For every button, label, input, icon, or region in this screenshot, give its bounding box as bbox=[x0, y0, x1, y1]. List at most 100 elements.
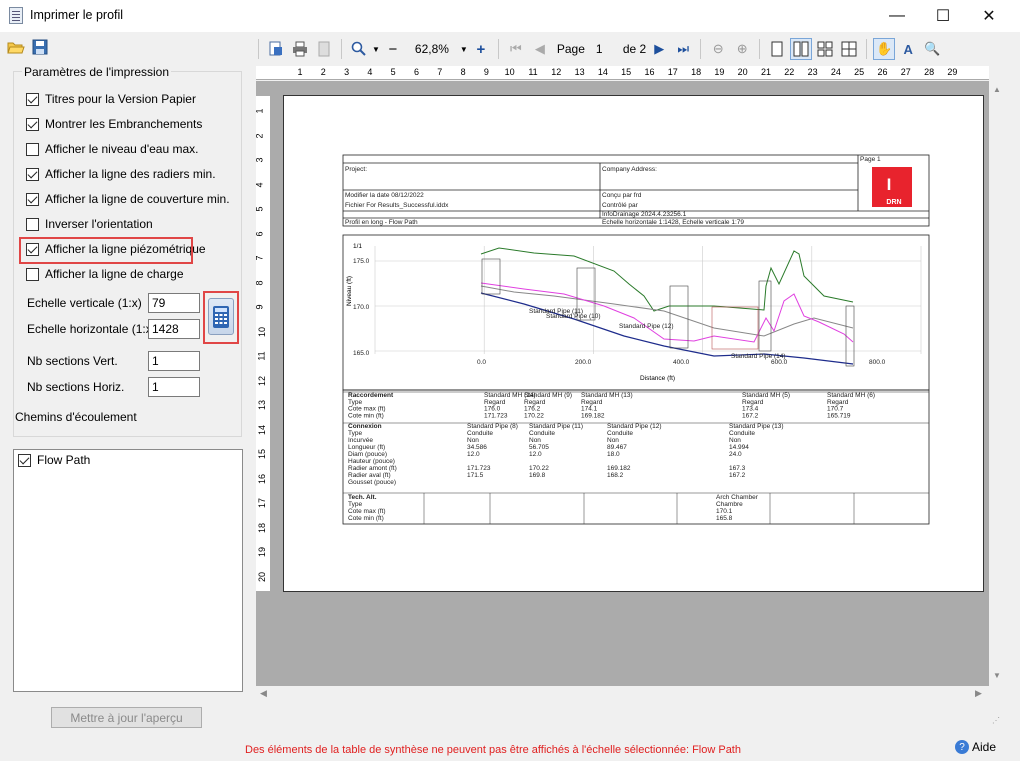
print-option-label: Inverser l'orientation bbox=[45, 217, 153, 231]
previous-page-icon[interactable]: ◀ bbox=[529, 38, 551, 60]
two-pages-icon[interactable] bbox=[790, 38, 813, 60]
zoom-value-dropdown-icon[interactable]: ▼ bbox=[460, 45, 468, 54]
print-option-checkbox[interactable] bbox=[26, 267, 39, 281]
print-option-checkbox[interactable] bbox=[26, 167, 39, 181]
print-option-7[interactable]: Afficher la ligne de charge bbox=[26, 267, 184, 281]
table-c-row-label: Cote max (ft) bbox=[348, 508, 386, 515]
help-button[interactable]: ? Aide bbox=[955, 740, 996, 754]
print-option-5[interactable]: Inverser l'orientation bbox=[26, 217, 153, 231]
forward-icon[interactable]: ⊕ bbox=[731, 38, 753, 60]
print-option-2[interactable]: Afficher le niveau d'eau max. bbox=[26, 142, 199, 156]
table-b-cell: Standard Pipe (13) bbox=[729, 423, 784, 430]
ruler-h-tick: 23 bbox=[807, 67, 818, 77]
ruler-h-tick: 27 bbox=[900, 67, 911, 77]
page-current[interactable]: 1 bbox=[587, 42, 621, 56]
calculator-icon[interactable] bbox=[208, 298, 234, 335]
horizontal-scale-input[interactable]: 1428 bbox=[148, 319, 200, 339]
status-error-message: Des éléments de la table de synthèse ne … bbox=[245, 744, 741, 756]
folder-open-icon[interactable] bbox=[7, 39, 25, 58]
flow-path-item[interactable]: Flow Path bbox=[18, 453, 90, 467]
zoom-dropdown-icon[interactable]: ▼ bbox=[372, 45, 380, 54]
text-select-icon[interactable]: A bbox=[897, 38, 919, 60]
ruler-h-tick: 15 bbox=[621, 67, 632, 77]
ruler-h-tick: 4 bbox=[367, 67, 373, 77]
flow-path-checkbox[interactable] bbox=[18, 453, 31, 467]
zoom-icon[interactable] bbox=[348, 38, 370, 60]
ruler-h-tick: 24 bbox=[830, 67, 841, 77]
first-page-icon[interactable]: ⏮ bbox=[505, 38, 527, 60]
print-icon[interactable] bbox=[289, 38, 311, 60]
maximize-button[interactable]: ☐ bbox=[920, 0, 966, 31]
print-option-checkbox[interactable] bbox=[26, 142, 39, 156]
print-option-checkbox[interactable] bbox=[26, 217, 39, 231]
table-b-cell: 169.8 bbox=[529, 472, 546, 479]
ruler-h-tick: 18 bbox=[691, 67, 702, 77]
horiz-sections-input[interactable]: 1 bbox=[148, 377, 200, 397]
company-label: Company Address: bbox=[602, 166, 657, 173]
hand-tool-icon[interactable]: ✋ bbox=[873, 38, 896, 60]
single-page-icon[interactable] bbox=[766, 38, 788, 60]
vertical-scale-input[interactable]: 79 bbox=[148, 293, 200, 313]
chart-x-tick: 800.0 bbox=[869, 359, 886, 366]
back-icon[interactable]: ⊖ bbox=[707, 38, 729, 60]
ruler-v-tick: 2 bbox=[256, 133, 265, 138]
ruler-v-tick: 20 bbox=[257, 571, 268, 582]
ruler-v-tick: 11 bbox=[256, 351, 267, 361]
flow-path-list[interactable]: Flow Path bbox=[13, 449, 243, 692]
zoom-in-button[interactable]: + bbox=[470, 38, 492, 60]
horizontal-scrollbar[interactable]: ◀ ▶ bbox=[256, 686, 989, 703]
resize-grip-icon[interactable]: ⋰ bbox=[992, 716, 1000, 725]
zoom-out-button[interactable]: − bbox=[382, 38, 404, 60]
vert-sections-input[interactable]: 1 bbox=[148, 351, 200, 371]
ruler-h-tick: 9 bbox=[483, 67, 489, 77]
page-setup-icon[interactable] bbox=[265, 38, 287, 60]
last-page-icon[interactable]: ⏭ bbox=[672, 38, 694, 60]
multi-page-icon[interactable] bbox=[814, 38, 836, 60]
close-button[interactable]: ✕ bbox=[966, 0, 1012, 31]
table-c-cell: Arch Chamber bbox=[716, 494, 759, 501]
horizontal-ruler: 1 2 3 4 5 6 7 8 9 10 11 12 13 14 15 16 17 18 19 20 21 22 23 24 2… bbox=[256, 66, 989, 80]
print-option-4[interactable]: Afficher la ligne de couverture min. bbox=[26, 192, 230, 206]
ruler-h-tick: 21 bbox=[760, 67, 772, 77]
scales-info: Echelle horizontale 1:1428, Echelle vert… bbox=[602, 219, 744, 226]
print-option-label: Afficher la ligne de couverture min. bbox=[45, 192, 230, 206]
table-b-cell: 14.994 bbox=[729, 444, 749, 451]
ruler-h-tick: 16 bbox=[644, 67, 655, 77]
table-b-cell: 170.22 bbox=[529, 465, 549, 472]
zoom-area-icon[interactable]: 🔍 bbox=[921, 38, 943, 60]
next-page-icon[interactable]: ▶ bbox=[648, 38, 670, 60]
ruler-v-tick: 19 bbox=[257, 546, 268, 558]
grid-pages-icon[interactable] bbox=[838, 38, 860, 60]
print-option-checkbox[interactable] bbox=[26, 192, 39, 206]
print-option-checkbox[interactable] bbox=[26, 117, 39, 131]
ruler-h-tick: 25 bbox=[854, 67, 865, 77]
update-preview-button[interactable]: Mettre à jour l'aperçu bbox=[51, 707, 202, 728]
table-b-cell: 18.0 bbox=[607, 451, 620, 458]
print-option-label: Afficher la ligne des radiers min. bbox=[45, 167, 216, 181]
table-b-cell: Non bbox=[607, 437, 619, 444]
table-c-cell: 170.1 bbox=[716, 508, 733, 515]
table-b-row-label: Diam (pouce) bbox=[348, 451, 387, 458]
vertical-ruler: 1234567891011121314151617181920 bbox=[256, 96, 270, 591]
print-option-checkbox[interactable] bbox=[26, 92, 39, 106]
save-icon[interactable] bbox=[32, 39, 48, 58]
print-option-0[interactable]: Titres pour la Version Papier bbox=[26, 92, 196, 106]
flow-paths-label: Chemins d'écoulement bbox=[15, 410, 137, 424]
minimize-button[interactable]: — bbox=[874, 0, 920, 31]
ruler-v-tick: 9 bbox=[256, 304, 265, 309]
table-b-cell: Conduite bbox=[729, 430, 755, 437]
ruler-h-tick: 7 bbox=[437, 67, 443, 77]
print-option-1[interactable]: Montrer les Embranchements bbox=[26, 117, 202, 131]
export-icon[interactable] bbox=[313, 38, 335, 60]
ruler-h-tick: 29 bbox=[947, 67, 958, 77]
ruler-v-tick: 1 bbox=[256, 108, 265, 113]
print-option-label: Titres pour la Version Papier bbox=[45, 92, 196, 106]
print-option-3[interactable]: Afficher la ligne des radiers min. bbox=[26, 167, 216, 181]
vertical-scrollbar[interactable]: ▲ ▼ bbox=[989, 81, 1006, 686]
table-b-row-label: Incurvée bbox=[348, 437, 373, 444]
ruler-h-tick: 26 bbox=[877, 67, 888, 77]
table-a-cell: 171.723 bbox=[484, 412, 508, 419]
zoom-value[interactable]: 62,8% bbox=[406, 42, 458, 56]
table-c-row-label: Type bbox=[348, 501, 362, 508]
title-bar: Imprimer le profil — ☐ ✕ bbox=[0, 0, 1020, 32]
